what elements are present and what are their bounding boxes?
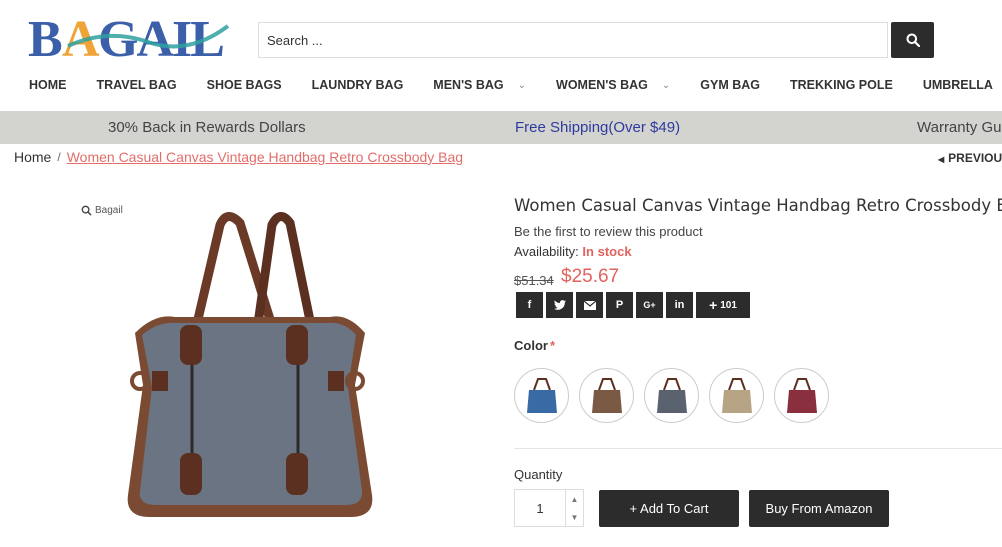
review-link[interactable]: Be the first to review this product bbox=[514, 224, 703, 239]
bag-thumbnail bbox=[526, 377, 557, 413]
product-image[interactable] bbox=[80, 195, 430, 547]
bag-thumbnail bbox=[721, 377, 752, 413]
nav-womens-bag[interactable]: WOMEN'S BAG ⌄ bbox=[541, 78, 685, 92]
promo-shipping: Free Shipping(Over $49) bbox=[515, 119, 681, 136]
email-icon[interactable] bbox=[576, 292, 603, 318]
share-count: 101 bbox=[720, 299, 737, 311]
nav-travel-bag[interactable]: TRAVEL BAG bbox=[82, 78, 192, 92]
chevron-up-icon[interactable]: ▲ bbox=[566, 490, 583, 508]
twitter-icon[interactable] bbox=[546, 292, 573, 318]
nav-mens-bag[interactable]: MEN'S BAG ⌄ bbox=[418, 78, 541, 92]
search-button[interactable] bbox=[891, 22, 934, 58]
chevron-down-icon: ⌄ bbox=[517, 79, 527, 91]
breadcrumb: Home / Women Casual Canvas Vintage Handb… bbox=[14, 149, 463, 165]
swatch-burgundy[interactable] bbox=[774, 368, 829, 423]
stock-status: In stock bbox=[582, 244, 632, 259]
nav-gym-bag[interactable]: GYM BAG bbox=[685, 78, 775, 92]
quantity-label: Quantity bbox=[514, 467, 563, 482]
plus-icon: + bbox=[709, 297, 718, 313]
bag-thumbnail bbox=[656, 377, 687, 413]
required-marker: * bbox=[549, 338, 556, 353]
promo-rewards: 30% Back in Rewards Dollars bbox=[108, 119, 306, 136]
swatch-khaki[interactable] bbox=[709, 368, 764, 423]
search-icon bbox=[906, 33, 920, 47]
nav-shoe-bags[interactable]: SHOE BAGS bbox=[192, 78, 297, 92]
swatch-coffee[interactable] bbox=[579, 368, 634, 423]
price-old: $51.34 bbox=[514, 273, 554, 288]
swatch-blue[interactable] bbox=[514, 368, 569, 423]
main-nav: HOME TRAVEL BAG SHOE BAGS LAUNDRY BAG ME… bbox=[14, 70, 1002, 100]
breadcrumb-home[interactable]: Home bbox=[14, 149, 51, 165]
swatch-gray[interactable] bbox=[644, 368, 699, 423]
color-swatches bbox=[514, 368, 829, 423]
buy-from-amazon-button[interactable]: Buy From Amazon bbox=[749, 490, 889, 527]
nav-trekking-pole[interactable]: TREKKING POLE bbox=[775, 78, 908, 92]
caret-left-icon: ◀ bbox=[938, 155, 945, 164]
linkedin-icon[interactable]: in bbox=[666, 292, 693, 318]
bag-thumbnail bbox=[591, 377, 622, 413]
pinterest-icon[interactable]: P bbox=[606, 292, 633, 318]
availability: Availability: In stock bbox=[514, 244, 632, 259]
facebook-icon[interactable]: f bbox=[516, 292, 543, 318]
promo-warranty: Warranty Gu bbox=[917, 119, 1002, 136]
brand-logo[interactable]: B A GAIL bbox=[28, 8, 238, 68]
svg-text:B: B bbox=[28, 11, 62, 64]
previous-link[interactable]: ◀PREVIOUS bbox=[938, 151, 1002, 165]
share-more-button[interactable]: +101 bbox=[696, 292, 750, 318]
breadcrumb-separator: / bbox=[57, 150, 61, 164]
quantity-input[interactable] bbox=[515, 490, 565, 526]
share-buttons: f P G+ in +101 bbox=[516, 292, 750, 318]
divider bbox=[514, 448, 1002, 449]
nav-umbrella[interactable]: UMBRELLA bbox=[908, 78, 1002, 92]
price-new: $25.67 bbox=[561, 266, 620, 287]
search-bar bbox=[258, 22, 934, 58]
nav-home[interactable]: HOME bbox=[14, 78, 82, 92]
breadcrumb-current[interactable]: Women Casual Canvas Vintage Handbag Retr… bbox=[67, 149, 463, 165]
promo-bar: 30% Back in Rewards Dollars Free Shippin… bbox=[0, 111, 1002, 144]
search-input[interactable] bbox=[258, 22, 888, 58]
google-plus-icon[interactable]: G+ bbox=[636, 292, 663, 318]
add-to-cart-button[interactable]: + Add To Cart bbox=[599, 490, 739, 527]
product-title: Women Casual Canvas Vintage Handbag Retr… bbox=[514, 196, 1002, 215]
chevron-down-icon: ⌄ bbox=[661, 79, 671, 91]
chevron-down-icon[interactable]: ▼ bbox=[566, 508, 583, 526]
nav-laundry-bag[interactable]: LAUNDRY BAG bbox=[297, 78, 419, 92]
color-label: Color * bbox=[514, 338, 556, 353]
bag-thumbnail bbox=[786, 377, 817, 413]
quantity-stepper: ▲ ▼ bbox=[514, 489, 584, 527]
